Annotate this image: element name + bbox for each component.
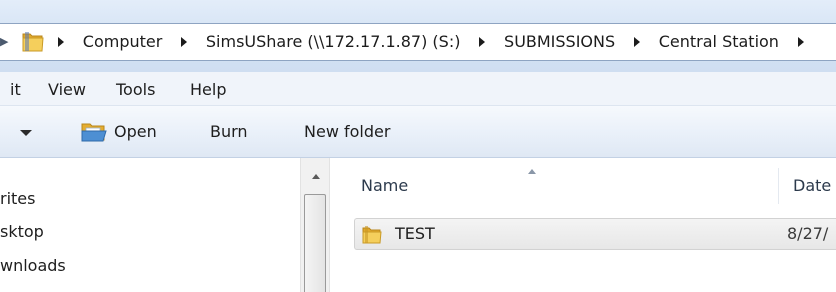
nav-item-downloads[interactable]: wnloads [0,256,66,276]
column-divider[interactable] [778,168,779,204]
navigation-pane: rites sktop wnloads [0,158,300,292]
breadcrumb: Computer SimsUShare (\\172.17.1.87) (S:)… [58,31,818,53]
menu-edit[interactable]: it [10,80,21,100]
sort-ascending-icon [528,169,536,174]
breadcrumb-separator-icon[interactable] [58,36,64,47]
nav-pane-scrollbar[interactable] [300,158,330,292]
breadcrumb-computer[interactable]: Computer [83,31,163,53]
file-date: 8/27/ [787,224,829,243]
burn-button[interactable]: Burn [210,122,248,142]
breadcrumb-central-station[interactable]: Central Station [659,31,779,53]
new-folder-button[interactable]: New folder [304,122,390,142]
breadcrumb-separator-icon[interactable] [633,36,640,47]
open-folder-icon[interactable] [80,120,108,144]
folder-icon [362,226,382,244]
column-header-date[interactable]: Date [793,176,831,196]
scrollbar-thumb[interactable] [304,194,326,292]
menu-view[interactable]: View [48,80,86,100]
open-button[interactable]: Open [114,122,157,142]
breadcrumb-separator-icon[interactable] [797,36,804,47]
folder-icon [22,32,44,52]
menu-tools[interactable]: Tools [116,80,155,100]
file-name: TEST [395,224,435,243]
list-item[interactable]: TEST 8/27/ [354,218,836,250]
column-header-name[interactable]: Name [361,176,408,196]
breadcrumb-share[interactable]: SimsUShare (\\172.17.1.87) (S:) [206,31,461,53]
breadcrumb-submissions[interactable]: SUBMISSIONS [504,31,615,53]
organize-dropdown-icon[interactable] [20,130,32,136]
nav-item-favorites[interactable]: rites [0,189,35,209]
menu-help[interactable]: Help [190,80,226,100]
breadcrumb-separator-icon[interactable] [479,36,486,47]
breadcrumb-separator-icon[interactable] [181,36,188,47]
command-bar: Open Burn New folder [0,106,836,158]
file-list: Name Date TEST 8/27/ [331,158,836,292]
menu-bar: it View Tools Help [0,72,836,106]
scroll-up-icon[interactable] [312,174,320,179]
recent-locations-arrow-icon[interactable]: ▶ [0,35,8,49]
nav-item-desktop[interactable]: sktop [0,222,44,242]
